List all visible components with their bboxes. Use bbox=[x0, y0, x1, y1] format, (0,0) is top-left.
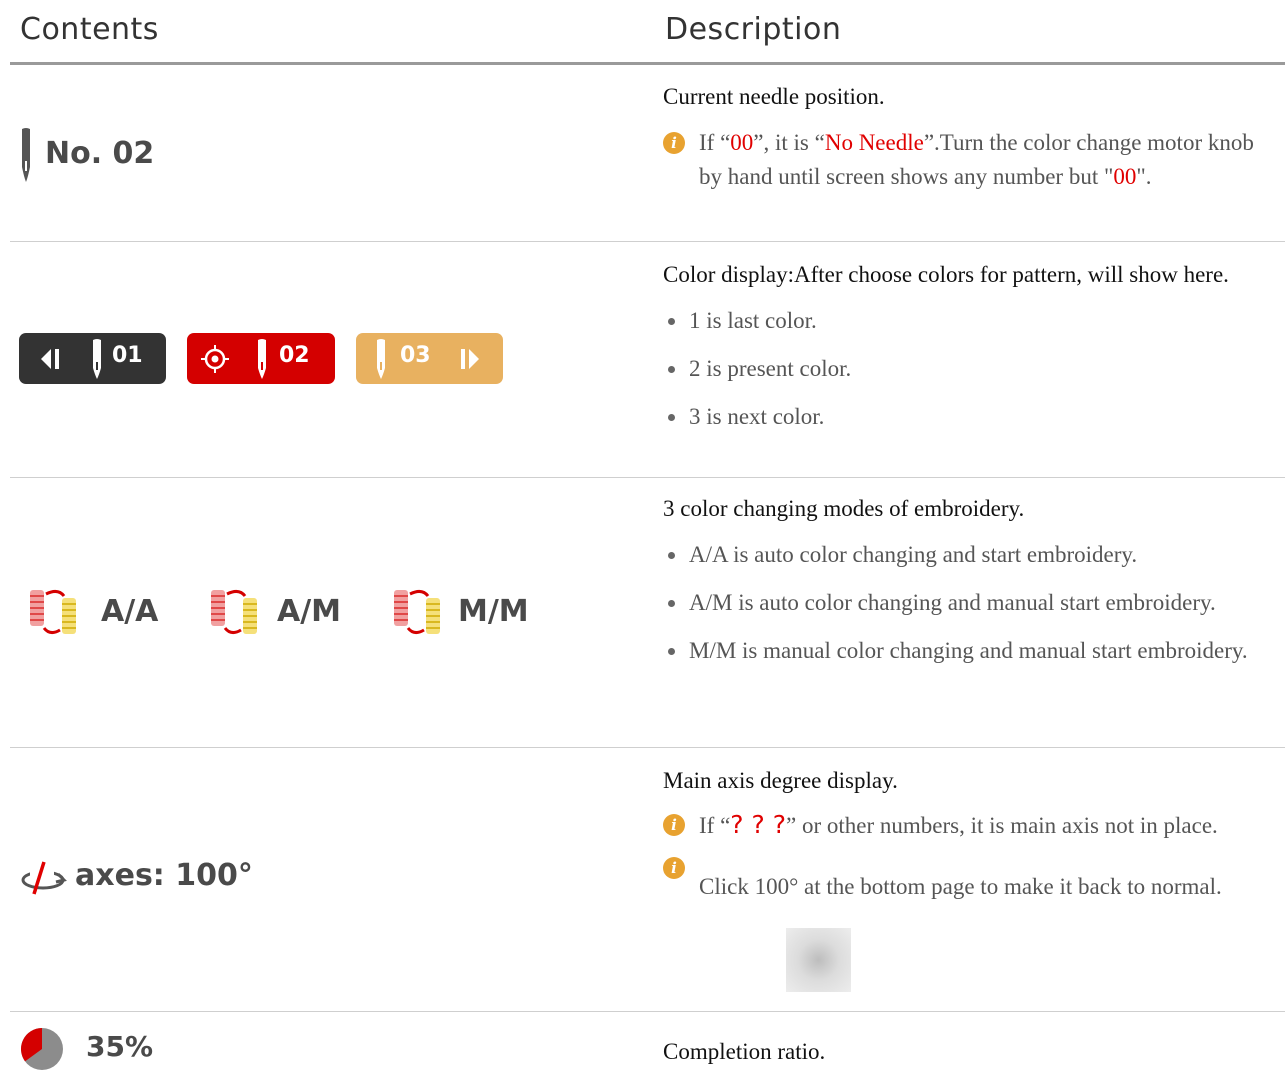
pie-progress-icon bbox=[21, 1028, 63, 1070]
info-icon: i bbox=[663, 857, 685, 879]
mode-aa-label: A/A bbox=[101, 594, 159, 629]
list-item: 2 is present color. bbox=[663, 352, 1278, 386]
info-icon: i bbox=[663, 132, 685, 154]
next-color-pill: 03 bbox=[356, 333, 503, 384]
row5-description: Completion ratio. bbox=[663, 1035, 1278, 1069]
row-divider bbox=[10, 747, 1285, 748]
row4-lead: Main axis degree display. bbox=[663, 768, 898, 793]
list-item: 1 is last color. bbox=[663, 304, 1278, 338]
prev-icon bbox=[41, 349, 59, 369]
needle-number-label: No. 02 bbox=[45, 136, 155, 171]
list-item: 3 is next color. bbox=[663, 400, 1278, 434]
row-divider bbox=[10, 241, 1285, 242]
row4-note-2: i Click 100° at the bottom page to make … bbox=[663, 857, 1278, 917]
last-color-number: 01 bbox=[112, 343, 143, 368]
description-header: Description bbox=[665, 12, 842, 47]
needle-icon bbox=[377, 339, 385, 379]
row-divider bbox=[10, 1011, 1285, 1012]
header-divider bbox=[10, 62, 1285, 65]
row3-description: 3 color changing modes of embroidery. A/… bbox=[663, 492, 1278, 682]
list-item: A/A is auto color changing and start emb… bbox=[663, 538, 1278, 572]
contents-header: Contents bbox=[20, 12, 159, 47]
target-icon bbox=[201, 345, 229, 373]
needle-icon bbox=[93, 339, 101, 379]
row2-bullets: 1 is last color. 2 is present color. 3 i… bbox=[663, 304, 1278, 434]
mode-am-label: A/M bbox=[277, 594, 342, 629]
next-icon bbox=[461, 349, 479, 369]
list-item: M/M is manual color changing and manual … bbox=[663, 634, 1278, 668]
present-color-pill: 02 bbox=[187, 333, 335, 384]
row-divider bbox=[10, 477, 1285, 478]
mode-mm-label: M/M bbox=[458, 594, 529, 629]
row1-description: Current needle position. i If “00”, it i… bbox=[663, 80, 1278, 194]
thread-cycle-icon bbox=[394, 589, 440, 635]
blurred-thumbnail bbox=[786, 928, 851, 992]
list-item: A/M is auto color changing and manual st… bbox=[663, 586, 1278, 620]
last-color-pill: 01 bbox=[19, 333, 166, 384]
row2-lead: Color display:After choose colors for pa… bbox=[663, 262, 1229, 287]
thread-cycle-icon bbox=[211, 589, 257, 635]
row5-lead: Completion ratio. bbox=[663, 1039, 826, 1064]
axis-rotate-icon bbox=[21, 861, 67, 895]
completion-percent-label: 35% bbox=[86, 1030, 154, 1063]
row1-note: i If “00”, it is “No Needle”.Turn the co… bbox=[663, 126, 1278, 194]
needle-icon bbox=[22, 128, 30, 182]
present-color-number: 02 bbox=[279, 343, 310, 368]
row3-lead: 3 color changing modes of embroidery. bbox=[663, 496, 1025, 521]
axis-degree-label: axes: 100° bbox=[75, 858, 253, 893]
thread-cycle-icon bbox=[30, 589, 76, 635]
row3-bullets: A/A is auto color changing and start emb… bbox=[663, 538, 1278, 668]
row4-description: Main axis degree display. i If “? ? ?” o… bbox=[663, 764, 1278, 917]
row4-note-1: i If “? ? ?” or other numbers, it is mai… bbox=[663, 808, 1278, 843]
row2-description: Color display:After choose colors for pa… bbox=[663, 258, 1278, 448]
needle-icon bbox=[258, 339, 266, 379]
next-color-number: 03 bbox=[400, 343, 431, 368]
info-icon: i bbox=[663, 814, 685, 836]
row1-lead: Current needle position. bbox=[663, 84, 885, 109]
